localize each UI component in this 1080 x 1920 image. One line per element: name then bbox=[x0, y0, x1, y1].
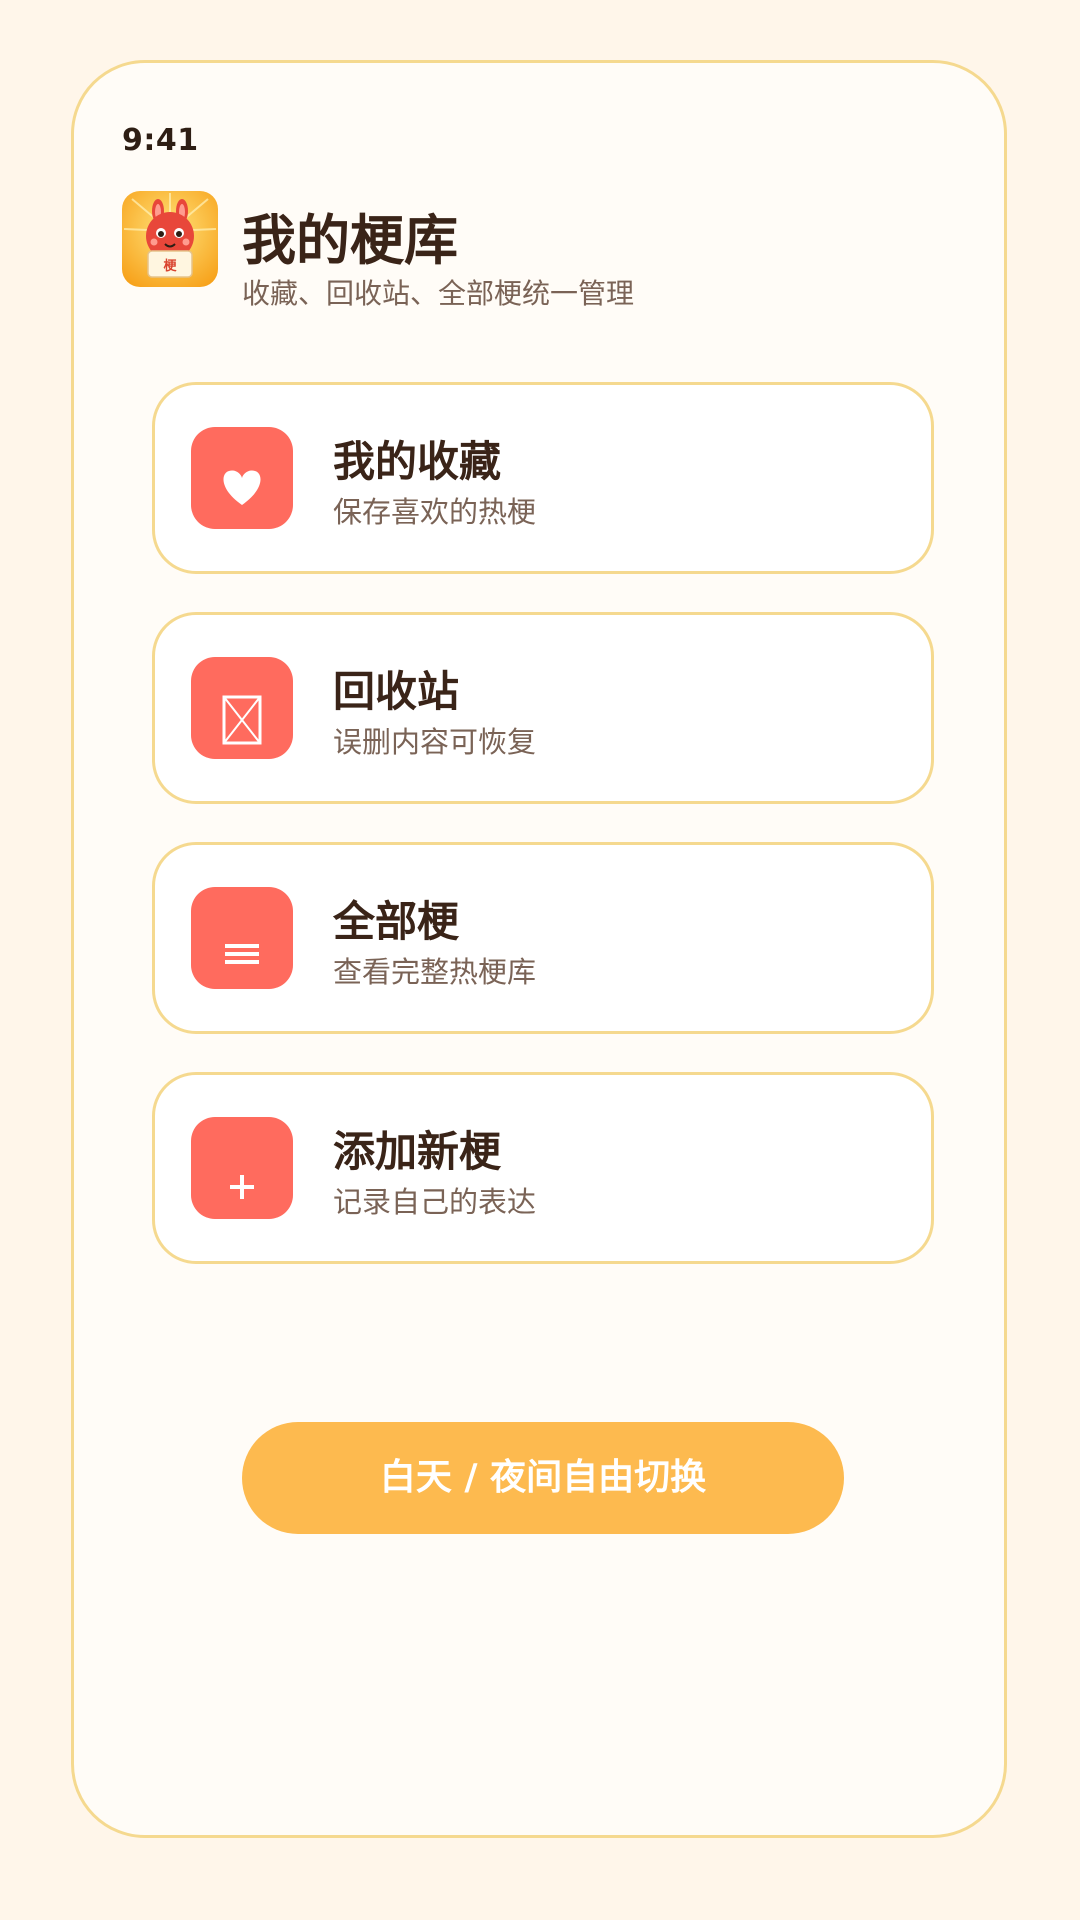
add-meme-icon-tile bbox=[191, 1117, 293, 1219]
all-memes-card[interactable]: 全部梗 查看完整热梗库 bbox=[152, 842, 934, 1034]
all-memes-desc: 查看完整热梗库 bbox=[333, 955, 537, 989]
add-meme-title: 添加新梗 bbox=[333, 1127, 502, 1176]
all-memes-title: 全部梗 bbox=[333, 897, 460, 946]
recycle-bin-card[interactable]: 回收站 误删内容可恢复 bbox=[152, 612, 934, 804]
favorites-desc: 保存喜欢的热梗 bbox=[333, 495, 537, 529]
app-icon-text: 梗 bbox=[163, 258, 177, 274]
favorites-title: 我的收藏 bbox=[333, 437, 502, 486]
day-night-toggle-button[interactable]: 白天 / 夜间自由切换 bbox=[242, 1422, 844, 1534]
status-time: 9:41 bbox=[122, 123, 199, 158]
app-logo-icon: 梗 bbox=[122, 191, 218, 287]
page-subtitle: 收藏、回收站、全部梗统一管理 bbox=[242, 277, 635, 310]
list-icon bbox=[225, 944, 259, 964]
plus-icon bbox=[230, 1175, 254, 1199]
page-title: 我的梗库 bbox=[242, 209, 458, 272]
recycle-bin-title: 回收站 bbox=[333, 667, 460, 716]
trash-box-icon bbox=[222, 695, 262, 745]
recycle-bin-icon-tile bbox=[191, 657, 293, 759]
heart-icon bbox=[223, 470, 261, 505]
recycle-bin-desc: 误删内容可恢复 bbox=[333, 725, 537, 759]
add-meme-card[interactable]: 添加新梗 记录自己的表达 bbox=[152, 1072, 934, 1264]
favorites-card[interactable]: 我的收藏 保存喜欢的热梗 bbox=[152, 382, 934, 574]
all-memes-icon-tile bbox=[191, 887, 293, 989]
phone-frame: 9:41 梗 我的梗库 收藏、回收站、全部梗统一管理 我的收藏 保存喜欢的热梗 … bbox=[71, 60, 1007, 1838]
favorites-icon-tile bbox=[191, 427, 293, 529]
add-meme-desc: 记录自己的表达 bbox=[333, 1185, 537, 1219]
